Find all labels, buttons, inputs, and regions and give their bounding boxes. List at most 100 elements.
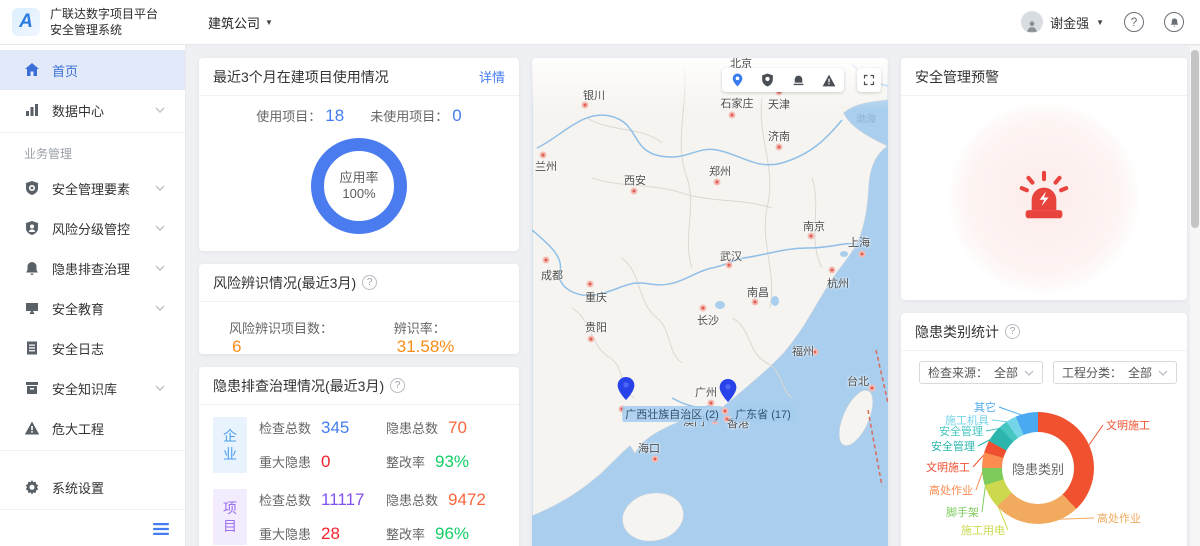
page-scrollbar [1190,46,1200,546]
city-dot [829,267,836,274]
map-fullscreen-icon[interactable] [857,68,881,92]
sidebar-item-label: 数据中心 [52,101,104,120]
map-markers-layer: 北京银川石家庄天津济南兰州西安郑州南京上海武汉成都重庆贵阳长沙南昌杭州福州台北广… [532,58,888,546]
project-stats-group: 项目 检查总数11117 隐患总数9472 重大隐患28 整改率96% [213,489,505,545]
person-icon [1025,19,1039,33]
scrollbar-thumb[interactable] [1191,50,1199,228]
city-label: 重庆 [585,289,607,305]
sidebar-item-knowledge-base[interactable]: 安全知识库 [0,368,185,408]
check-source-select[interactable]: 检查来源：全部 [919,361,1043,384]
city-label: 杭州 [827,275,849,291]
sidebar-item-label: 安全管理要素 [52,179,130,198]
map-filter-shield-icon[interactable] [757,69,779,91]
sidebar-item-hazard-treatment[interactable]: 隐患排查治理 [0,248,185,288]
sidebar-item-label: 首页 [52,61,78,80]
donut-slice-label: 高处作业 [1097,510,1141,526]
city-label: 海口 [638,440,660,456]
city-label: 南昌 [747,284,769,300]
map-pin-icon[interactable] [618,377,635,405]
chevron-down-icon [155,107,165,113]
map-filter-alarm-icon[interactable] [787,69,809,91]
city-dot [729,112,736,119]
city-label: 福州 [792,343,814,359]
top-header: A 广联达数字项目平台 安全管理系统 建筑公司 ▼ 谢金强 ▼ ? [0,0,1200,45]
donut-slice-label: 文明施工 [1106,417,1150,433]
card-title: 隐患排查治理情况(最近3月) [213,376,384,396]
city-dot [776,144,783,151]
sidebar-item-label: 安全教育 [52,299,104,318]
company-name: 建筑公司 [208,13,260,32]
sidebar-item-risk-control[interactable]: 风险分级管控 [0,208,185,248]
stat-value: 9472 [448,490,486,510]
company-selector[interactable]: 建筑公司 ▼ [208,13,273,32]
risk-count-value: 6 [232,337,241,354]
card-title: 风险辨识情况(最近3月) [213,273,356,293]
chevron-down-icon: ▼ [265,18,273,27]
china-map[interactable]: 北京银川石家庄天津济南兰州西安郑州南京上海武汉成都重庆贵阳长沙南昌杭州福州台北广… [532,58,888,546]
map-filter-danger-icon[interactable] [818,69,840,91]
city-dot [869,385,876,392]
city-dot [714,179,721,186]
user-menu[interactable]: 谢金强 ▼ [1021,11,1104,33]
detail-link[interactable]: 详情 [479,67,505,86]
map-pin-label[interactable]: 广东省 (17) [732,406,794,422]
project-type-select[interactable]: 工程分类：全部 [1053,361,1177,384]
map-filter-location-icon[interactable] [726,69,748,91]
city-dot [859,251,866,258]
help-icon[interactable]: ? [1124,12,1144,32]
city-label: 上海 [848,234,870,250]
city-label: 济南 [768,128,790,144]
risk-rate: 辨识率：31.58% [394,318,499,354]
donut-slice-label: 脚手架 [946,504,979,520]
city-label: 广州 [695,384,717,400]
sidebar-item-label: 系统设置 [52,478,104,497]
chevron-down-icon [155,385,165,391]
sidebar-item-data-center[interactable]: 数据中心 [0,90,185,130]
collapse-menu-icon[interactable] [153,523,169,535]
used-projects-value: 18 [325,106,344,125]
sea-label: 渤海 [856,111,876,126]
city-dot [631,188,638,195]
siren-alarm-icon [1015,169,1073,227]
chevron-down-icon [155,305,165,311]
risk-rate-value: 31.58% [397,337,455,354]
sidebar-item-settings[interactable]: 系统设置 [0,467,185,507]
city-label: 长沙 [697,312,719,328]
help-icon[interactable]: ? [390,378,405,393]
risk-identification-card: 风险辨识情况(最近3月) ? 风险辨识项目数：6 辨识率：31.58% [199,264,519,354]
city-label: 兰州 [535,158,557,174]
donut-slice-label: 文明施工 [926,459,970,475]
sidebar-item-safety-education[interactable]: 安全教育 [0,288,185,328]
hazard-category-card: 隐患类别统计 ? 检查来源：全部 工程分类：全部 隐患类 [901,313,1187,546]
sidebar-item-safety-elements[interactable]: 安全管理要素 [0,168,185,208]
sidebar-item-home[interactable]: 首页 [0,50,185,90]
sidebar-divider [0,509,185,510]
stat-value: 28 [321,524,340,544]
city-label: 南京 [803,218,825,234]
city-label: 武汉 [720,248,742,264]
hazard-treatment-card: 隐患排查治理情况(最近3月) ? 企业 检查总数345 隐患总数70 重大隐患0… [199,367,519,546]
user-name: 谢金强 [1050,13,1089,32]
sidebar-item-safety-log[interactable]: 安全日志 [0,328,185,368]
sidebar-item-label: 安全知识库 [52,379,117,398]
hazard-category-donut: 隐患类别 文明施工高处作业施工用电脚手架高处作业文明施工安全管理安全管理施工机具… [901,395,1187,546]
app-logo: A [12,8,40,36]
education-icon [24,300,40,316]
city-label: 郑州 [709,163,731,179]
sidebar-item-danger-projects[interactable]: 危大工程 [0,408,185,448]
enterprise-tag: 企业 [213,417,247,473]
card-title: 隐患类别统计 [915,322,999,342]
stat-value: 70 [448,418,467,438]
notification-bell-icon[interactable] [1164,12,1184,32]
chevron-down-icon [155,225,165,231]
map-pin-label[interactable]: 广西壮族自治区 (2) [622,406,722,422]
map-pin-icon[interactable] [720,379,737,407]
safety-alert-card: 安全管理预警 [901,58,1187,300]
warning-triangle-icon [24,420,40,436]
sidebar-item-label: 风险分级管控 [52,219,130,238]
city-label: 石家庄 [721,95,754,111]
help-icon[interactable]: ? [1005,324,1020,339]
donut-slice-label: 安全管理 [931,438,975,454]
donut-slice-label: 高处作业 [929,482,973,498]
help-icon[interactable]: ? [362,275,377,290]
